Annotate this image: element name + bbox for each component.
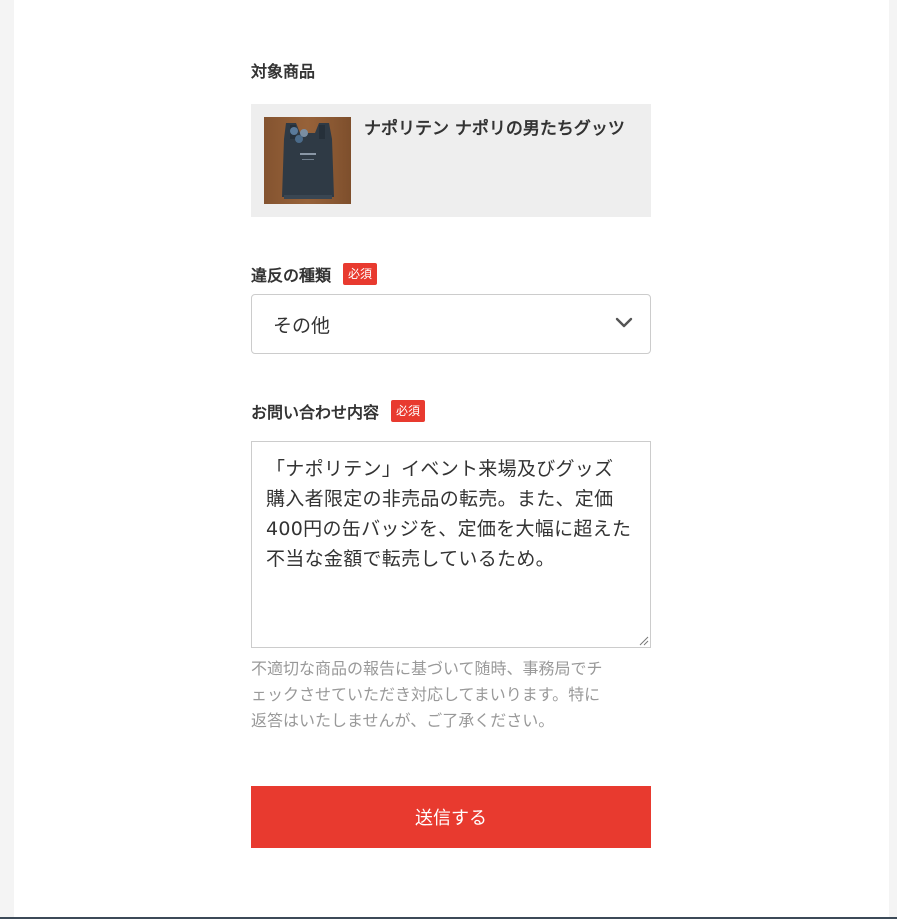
violation-type-label: 違反の種類 必須 (251, 262, 378, 286)
product-photo-image (264, 117, 351, 204)
inquiry-textarea[interactable]: 「ナポリテン」イベント来場及びグッズ 購入者限定の非売品の転売。また、定価 40… (251, 441, 651, 648)
violation-type-label-text: 違反の種類 (251, 266, 332, 285)
product-card: ナポリテン ナポリの男たちグッツ (251, 104, 651, 217)
violation-type-selected-value: その他 (273, 315, 331, 337)
violation-type-select[interactable]: その他 (251, 294, 651, 354)
product-thumbnail (264, 117, 351, 204)
target-product-label: 対象商品 (251, 58, 315, 82)
inquiry-label: お問い合わせ内容 必須 (251, 399, 426, 423)
product-name[interactable]: ナポリテン ナポリの男たちグッツ (364, 114, 625, 139)
resize-handle-icon[interactable] (637, 634, 649, 646)
helper-text: 不適切な商品の報告に基づいて随時、事務局でチ ェックさせていただき対応してまいり… (251, 659, 603, 730)
inquiry-label-text: お問い合わせ内容 (251, 403, 380, 422)
required-badge: 必須 (343, 263, 378, 285)
chevron-down-icon (615, 317, 633, 328)
required-badge: 必須 (391, 400, 426, 422)
target-product-label-text: 対象商品 (251, 62, 316, 81)
inquiry-text: 「ナポリテン」イベント来場及びグッズ 購入者限定の非売品の転売。また、定価 40… (266, 458, 632, 570)
submit-button[interactable]: 送信する (251, 786, 651, 848)
page-background: 対象商品 ナポリテン ナポリの男たちグッツ 違反の種類 必須 その他 お問い合わ… (14, 0, 889, 917)
